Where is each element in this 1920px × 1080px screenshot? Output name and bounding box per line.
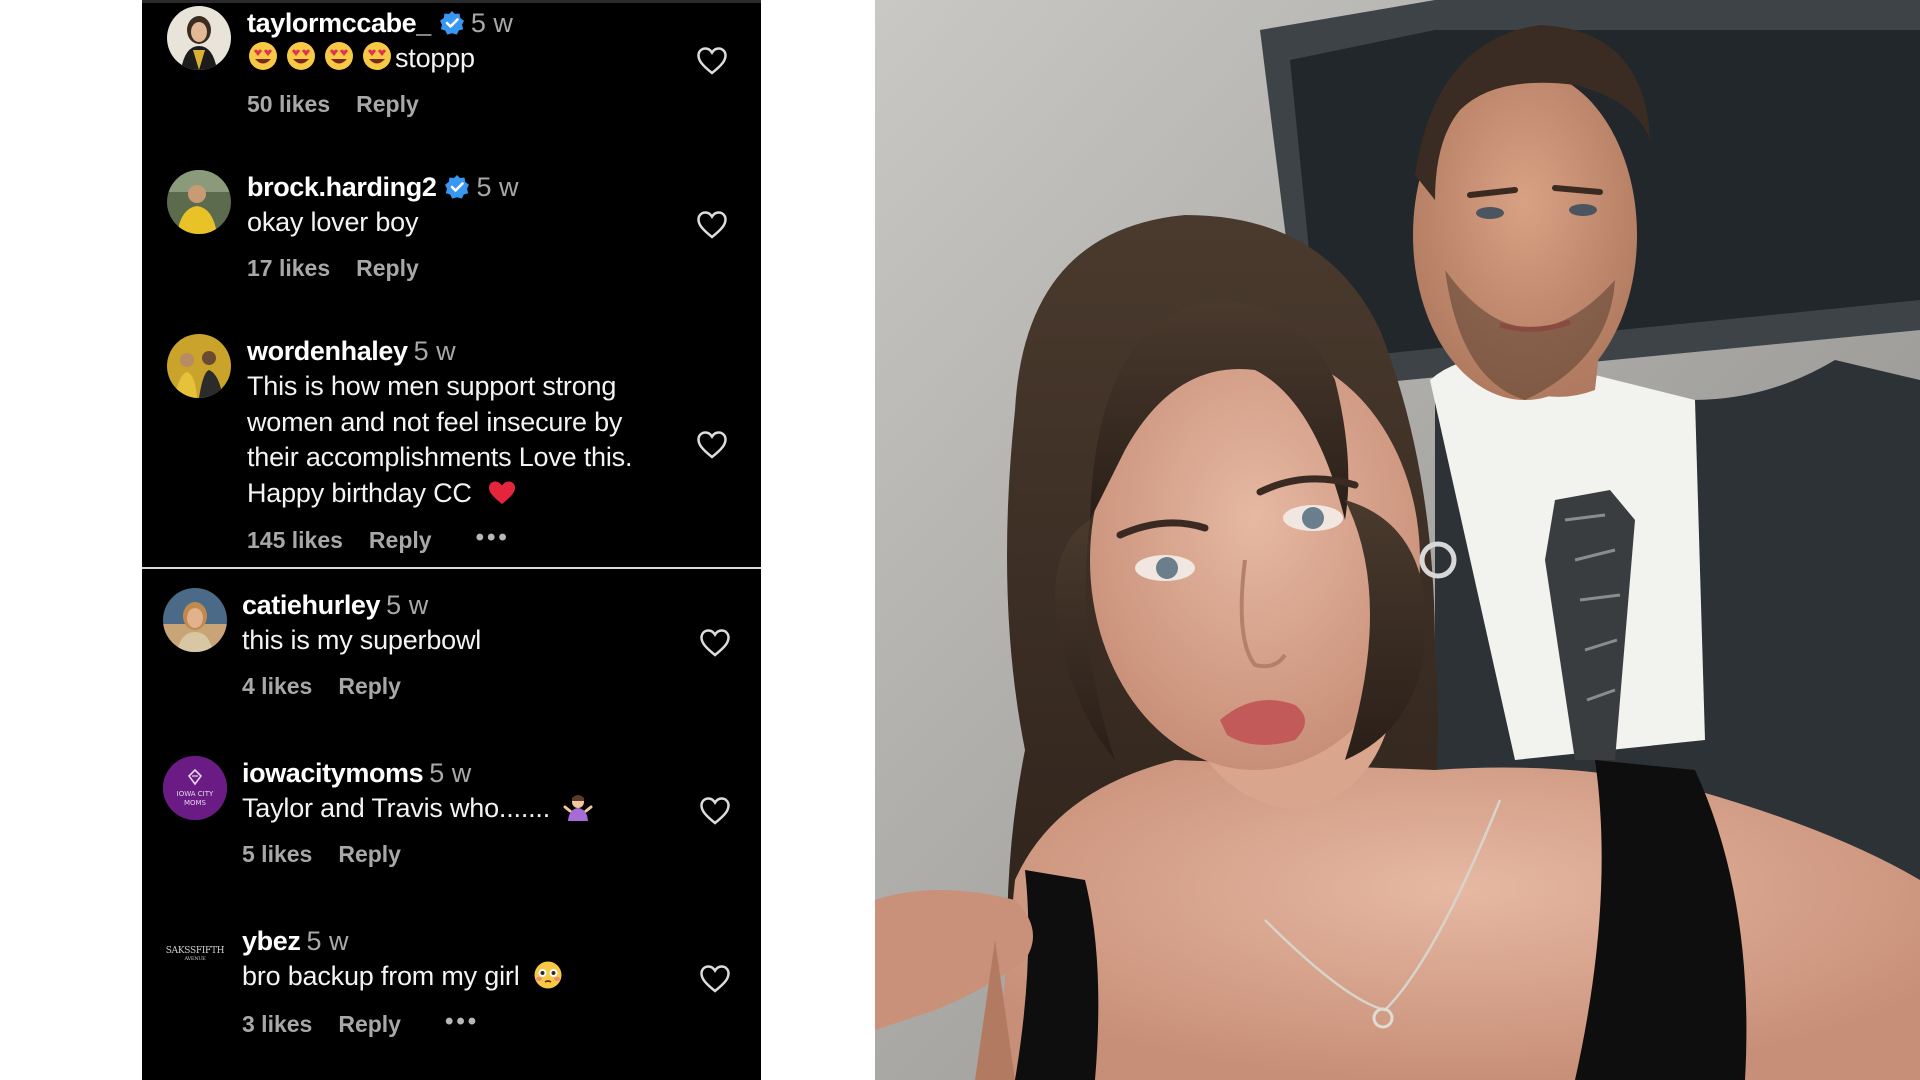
heart-eyes-emoji-icon	[363, 42, 391, 70]
comment-body: ybez 5 w bro backup from my girl 3 likes R…	[242, 924, 563, 1039]
comment-time: 5 w	[429, 758, 472, 788]
comment-text: Taylor and Travis who.......	[242, 791, 593, 827]
iowacitymoms-logo-icon	[163, 756, 227, 820]
flushed-face-emoji-icon	[534, 961, 562, 989]
comment-body: catiehurley 5 w this is my superbowl 4 li…	[242, 588, 481, 701]
avatar-logo-line: AVENUE	[184, 956, 206, 962]
like-heart-icon[interactable]	[696, 430, 728, 460]
comment-text: okay lover boy	[247, 207, 419, 237]
comment-body: brock.harding2 5 w okay lover boy 17 like…	[247, 170, 518, 283]
comment-body: taylormccabe_ 5 w stoppp 50 likes Reply	[247, 6, 513, 119]
reply-button[interactable]: Reply	[356, 255, 419, 281]
avatar[interactable]	[167, 334, 231, 398]
comment-time: 5 w	[476, 172, 519, 202]
screenshot-canvas: taylormccabe_ 5 w stoppp 50 likes Reply	[0, 0, 1920, 1080]
photo-illustration	[875, 0, 1920, 1080]
like-heart-icon[interactable]	[696, 46, 728, 76]
comment-text: bro backup from my girl	[242, 959, 563, 995]
like-heart-icon[interactable]	[699, 964, 731, 994]
likes-count[interactable]: 3 likes	[242, 1011, 312, 1037]
likes-count[interactable]: 50 likes	[247, 91, 330, 117]
comment-username[interactable]: taylormccabe_	[247, 8, 431, 38]
comment-text: this is my superbowl	[242, 625, 482, 655]
reply-button[interactable]: Reply	[338, 1011, 401, 1037]
like-heart-icon[interactable]	[699, 796, 731, 826]
comment-header: brock.harding2 5 w	[247, 170, 518, 204]
comment-meta: 3 likes Reply •••	[242, 1007, 563, 1039]
likes-count[interactable]: 145 likes	[247, 527, 343, 553]
like-heart-icon[interactable]	[696, 210, 728, 240]
person-shrugging-emoji-icon	[563, 795, 593, 821]
verified-badge-icon	[445, 175, 470, 199]
comment-meta: 50 likes Reply	[247, 89, 513, 119]
comment-username[interactable]: iowacitymoms	[242, 758, 424, 788]
comment-time: 5 w	[413, 336, 456, 366]
comment-text-line: women and not feel insecure by	[247, 406, 623, 437]
comment-text-content: Taylor and Travis who.......	[242, 793, 551, 823]
comment-text-line: Happy birthday CC	[247, 477, 472, 508]
reply-button[interactable]: Reply	[338, 673, 401, 699]
comment-header: ybez 5 w	[242, 924, 563, 958]
comment-time: 5 w	[386, 590, 429, 620]
reply-button[interactable]: Reply	[356, 91, 419, 117]
comment-username[interactable]: brock.harding2	[247, 172, 437, 202]
comment-text: This is how men support strong women and…	[247, 369, 632, 511]
comment-text-line: This is how men support strong	[247, 371, 617, 401]
reply-button[interactable]: Reply	[338, 841, 401, 867]
avatar[interactable]	[167, 170, 231, 234]
heart-eyes-emoji-icon	[325, 42, 353, 70]
comment-meta: 5 likes Reply	[242, 839, 593, 869]
comment-text-line-wrap: Happy birthday CC	[247, 476, 632, 512]
comment-body: wordenhaley 5 w This is how men support s…	[247, 334, 632, 555]
comment-item: SAKSSFIFTH AVENUE ybez 5 w bro backup fro…	[142, 918, 761, 1080]
comment-header: taylormccabe_ 5 w	[247, 6, 513, 40]
comment-meta: 4 likes Reply	[242, 671, 481, 701]
comment-time: 5 w	[306, 926, 349, 956]
heart-eyes-emoji-icon	[287, 42, 315, 70]
emoji-group	[247, 41, 393, 71]
avatar-logo-line: MOMS	[183, 799, 207, 807]
section-divider	[142, 567, 761, 569]
comment-header: catiehurley 5 w	[242, 588, 481, 622]
comment-header: iowacitymoms 5 w	[242, 756, 593, 790]
comment-item: catiehurley 5 w this is my superbowl 4 li…	[142, 582, 761, 742]
comment-item: brock.harding2 5 w okay lover boy 17 like…	[142, 164, 761, 324]
avatar-logo-line: SAKSSFIFTH	[165, 946, 225, 956]
comment-header: wordenhaley 5 w	[247, 334, 632, 368]
comment-text: stoppp	[247, 41, 513, 77]
comment-text-line: their accomplishments Love this.	[247, 442, 633, 472]
comment-meta: 145 likes Reply •••	[247, 523, 632, 555]
comment-username[interactable]: catiehurley	[242, 590, 381, 620]
likes-count[interactable]: 4 likes	[242, 673, 312, 699]
avatar[interactable]	[167, 6, 231, 70]
red-heart-emoji-icon	[489, 481, 516, 504]
avatar-logo-text: IOWA CITY MOMS	[163, 790, 227, 808]
reply-button[interactable]: Reply	[369, 527, 432, 553]
avatar[interactable]	[163, 588, 227, 652]
comment-item: taylormccabe_ 5 w stoppp 50 likes Reply	[142, 0, 761, 160]
avatar[interactable]: IOWA CITY MOMS	[163, 756, 227, 820]
comment-text-content: stoppp	[395, 43, 475, 73]
couple-selfie-photo	[875, 0, 1920, 1080]
likes-count[interactable]: 17 likes	[247, 255, 330, 281]
comment-body: iowacitymoms 5 w Taylor and Travis who...…	[242, 756, 593, 869]
comment-item: IOWA CITY MOMS iowacitymoms 5 w Taylor an…	[142, 750, 761, 910]
more-options-icon[interactable]: •••	[476, 523, 510, 553]
comment-username[interactable]: ybez	[242, 926, 301, 956]
avatar-logo-text: SAKSSFIFTH AVENUE	[163, 946, 227, 963]
verified-badge-icon	[439, 11, 464, 35]
likes-count[interactable]: 5 likes	[242, 841, 312, 867]
comment-meta: 17 likes Reply	[247, 253, 518, 283]
comment-text-content: bro backup from my girl	[242, 961, 520, 991]
more-options-icon[interactable]: •••	[445, 1007, 479, 1037]
like-heart-icon[interactable]	[699, 628, 731, 658]
comments-panel: taylormccabe_ 5 w stoppp 50 likes Reply	[142, 0, 761, 1080]
comment-username[interactable]: wordenhaley	[247, 336, 408, 366]
heart-eyes-emoji-icon	[249, 42, 277, 70]
comment-item: wordenhaley 5 w This is how men support s…	[142, 328, 761, 564]
avatar-logo-line: IOWA CITY	[176, 790, 214, 798]
comment-time: 5 w	[470, 8, 513, 38]
avatar[interactable]: SAKSSFIFTH AVENUE	[163, 924, 227, 988]
